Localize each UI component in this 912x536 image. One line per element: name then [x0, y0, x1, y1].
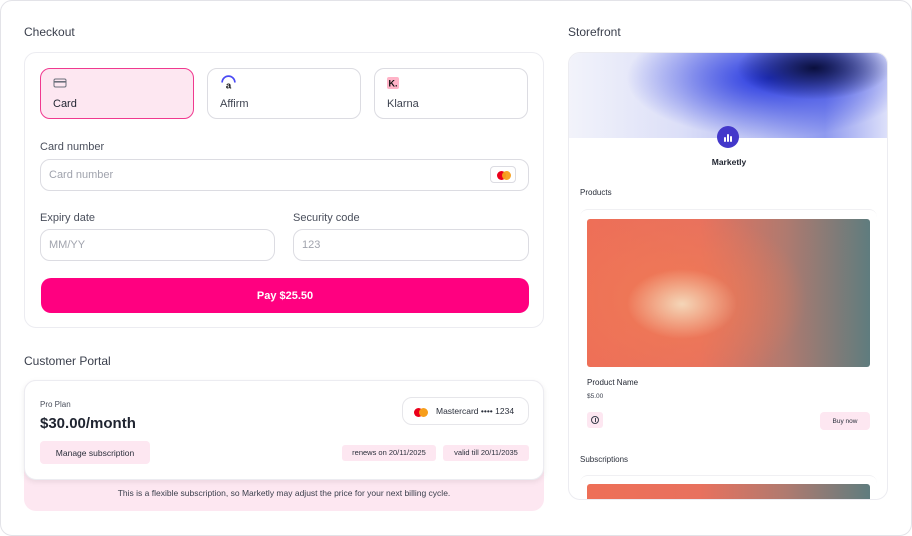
- product-card: Product Name $5.00 Buy now: [580, 209, 877, 437]
- renews-badge: renews on 20/11/2025: [342, 445, 436, 461]
- payment-method-card[interactable]: Card: [40, 68, 194, 119]
- storefront-title: Storefront: [568, 25, 621, 39]
- product-image: [587, 219, 870, 367]
- card-number-label: Card number: [40, 141, 105, 153]
- security-code-label: Security code: [293, 212, 360, 224]
- plan-price: $30.00/month: [40, 415, 136, 432]
- payment-method-klarna[interactable]: K. Klarna: [374, 68, 528, 119]
- mastercard-icon: [490, 166, 516, 183]
- manage-subscription-button[interactable]: Manage subscription: [40, 441, 150, 464]
- store-logo-icon: [717, 126, 739, 148]
- product-name: Product Name: [587, 378, 639, 387]
- plan-name: Pro Plan: [40, 400, 71, 409]
- credit-card-icon: [53, 78, 67, 88]
- subscription-product-image: [587, 484, 870, 499]
- payment-method-label: Card: [53, 98, 77, 110]
- expiry-input[interactable]: [40, 229, 275, 261]
- expiry-label: Expiry date: [40, 212, 96, 224]
- checkout-card: Card a Affirm K. Klarna Card number Expi…: [24, 52, 544, 328]
- subscription-product-card: [580, 475, 877, 499]
- payment-method-label: Klarna: [387, 98, 419, 110]
- info-icon[interactable]: [587, 412, 603, 428]
- product-price: $5.00: [587, 393, 604, 400]
- payment-method-affirm[interactable]: a Affirm: [207, 68, 361, 119]
- store-name: Marketly: [711, 157, 747, 167]
- buy-now-button[interactable]: Buy now: [820, 412, 870, 430]
- checkout-title: Checkout: [24, 25, 75, 39]
- affirm-logo-icon: a: [221, 75, 236, 90]
- subscriptions-label: Subscriptions: [580, 455, 629, 464]
- customer-portal-title: Customer Portal: [24, 354, 111, 368]
- klarna-logo-icon: K.: [387, 77, 399, 89]
- svg-text:a: a: [226, 80, 232, 90]
- payment-card-pill: Mastercard •••• 1234: [402, 397, 529, 425]
- card-number-input[interactable]: [40, 159, 529, 191]
- pay-button[interactable]: Pay $25.50: [41, 278, 529, 313]
- svg-text:K.: K.: [389, 79, 398, 89]
- valid-till-badge: valid till 20/11/2035: [443, 445, 529, 461]
- payment-method-label: Affirm: [220, 98, 249, 110]
- storefront-preview: Marketly Products Product Name $5.00 Buy…: [568, 52, 888, 500]
- security-code-input[interactable]: [293, 229, 529, 261]
- subscription-card: Pro Plan $30.00/month Mastercard •••• 12…: [24, 380, 544, 480]
- subscription-note: This is a flexible subscription, so Mark…: [117, 488, 451, 498]
- payment-card-text: Mastercard •••• 1234: [436, 406, 515, 416]
- products-label: Products: [580, 188, 612, 197]
